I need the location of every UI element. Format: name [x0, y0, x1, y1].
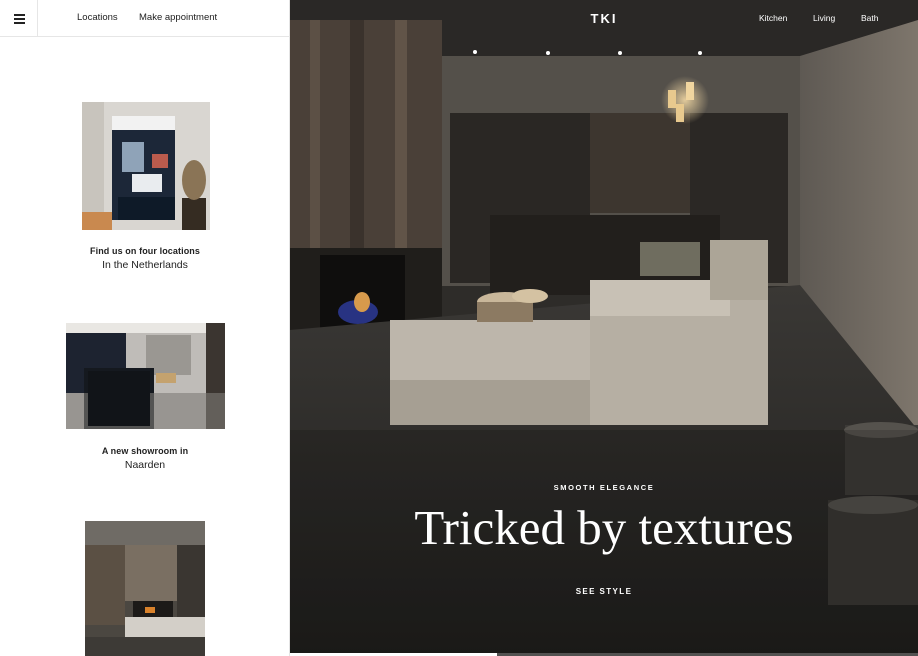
nav-make-appointment[interactable]: Make appointment — [139, 12, 217, 23]
top-bar: Locations Make appointment — [0, 0, 290, 37]
locations-caption-title: Find us on four locations — [90, 246, 200, 256]
locations-caption-subtitle: In the Netherlands — [102, 259, 188, 271]
nav-kitchen[interactable]: Kitchen — [759, 13, 787, 23]
hero-kicker: SMOOTH ELEGANCE — [553, 483, 655, 492]
hero-headline: Tricked by textures — [414, 500, 794, 555]
hero-interior-image — [290, 0, 918, 656]
naarden-showroom-image[interactable] — [66, 323, 225, 429]
naarden-caption: A new showroom in Naarden — [0, 446, 290, 471]
locations-caption: Find us on four locations In the Netherl… — [0, 246, 290, 271]
locations-image[interactable] — [82, 102, 210, 230]
hero: TKI Kitchen Living Bath SMOOTH ELEGANCE … — [290, 0, 918, 656]
nav-locations[interactable]: Locations — [77, 12, 118, 23]
hamburger-menu-icon[interactable] — [0, 0, 38, 37]
naarden-caption-title: A new showroom in — [101, 446, 189, 456]
nav-bath[interactable]: Bath — [861, 13, 879, 23]
naarden-caption-subtitle: Naarden — [124, 459, 166, 471]
fireplace-image[interactable] — [85, 521, 205, 656]
see-style-link[interactable]: SEE STYLE — [290, 587, 918, 596]
nav-living[interactable]: Living — [813, 13, 835, 23]
left-panel: Locations Make appointment Find us on fo… — [0, 0, 290, 656]
